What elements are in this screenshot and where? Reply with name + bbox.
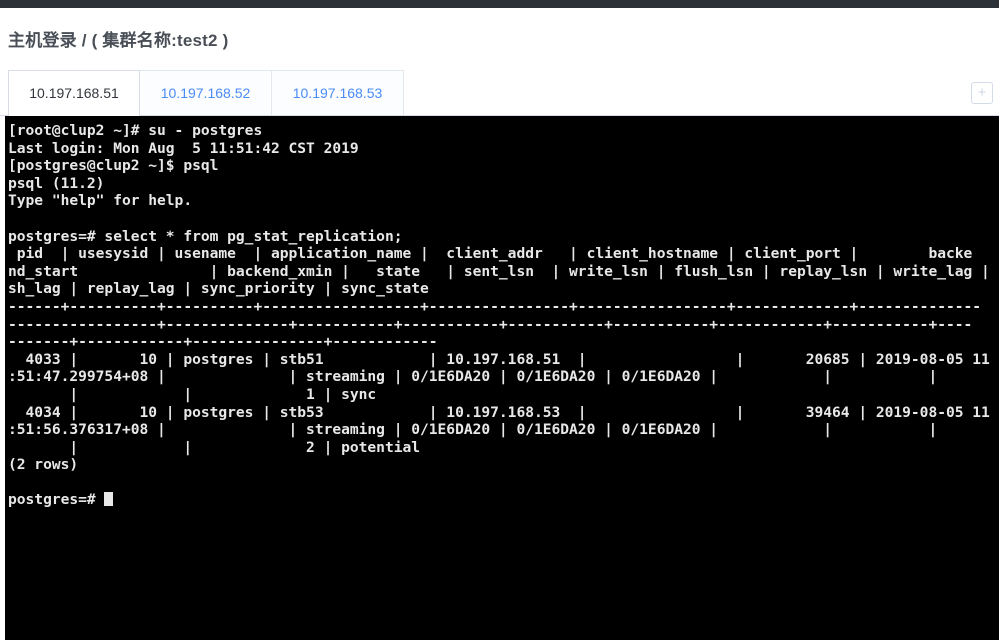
tab-host-2[interactable]: 10.197.168.52	[140, 70, 272, 115]
terminal-line: sh_lag | replay_lag | sync_priority | sy…	[8, 280, 429, 298]
terminal-line: (2 rows)	[8, 456, 79, 474]
page-title: 主机登录 / ( 集群名称:test2 )	[8, 31, 229, 50]
terminal-panel[interactable]: [root@clup2 ~]# su - postgres Last login:…	[5, 116, 999, 640]
terminal-line: [root@clup2 ~]# su - postgres	[8, 122, 263, 139]
tab-host-2-label: 10.197.168.52	[160, 85, 251, 101]
terminal-line: Type "help" for help.	[8, 192, 193, 210]
tab-host-1[interactable]: 10.197.168.51	[8, 70, 140, 116]
tab-host-3-label: 10.197.168.53	[292, 85, 383, 101]
tab-host-3[interactable]: 10.197.168.53	[272, 70, 404, 115]
add-tab-icon[interactable]: +	[971, 82, 993, 104]
terminal-line: -------+------------+---------------+---…	[8, 333, 438, 351]
terminal-line: Last login: Mon Aug 5 11:51:42 CST 2019	[8, 139, 359, 157]
page-header: 主机登录 / ( 集群名称:test2 )	[0, 8, 999, 52]
window-top-bar	[0, 0, 999, 8]
tab-host-1-label: 10.197.168.51	[29, 85, 119, 101]
terminal-line: [postgres@clup2 ~]$ psql	[8, 157, 219, 175]
terminal-line: pid | usesysid | usename | application_n…	[8, 245, 973, 263]
terminal-line: | | 1 | sync	[8, 385, 377, 403]
terminal-line: -----------------+--------------+-------…	[8, 315, 973, 333]
terminal-line: nd_start | backend_xmin | state | sent_l…	[8, 262, 999, 280]
terminal-line: 4034 | 10 | postgres | stb53 | 10.197.16…	[8, 403, 990, 421]
terminal-line: postgres=# select * from pg_stat_replica…	[8, 227, 403, 245]
terminal-line: :51:56.376317+08 | | streaming | 0/1E6DA…	[8, 421, 938, 439]
host-tab-strip: 10.197.168.51 10.197.168.52 10.197.168.5…	[0, 70, 999, 116]
terminal-output: [root@clup2 ~]# su - postgres Last login:…	[5, 116, 999, 509]
terminal-prompt: postgres=#	[8, 491, 105, 509]
terminal-line: :51:47.299754+08 | | streaming | 0/1E6DA…	[8, 368, 938, 386]
terminal-line: 4033 | 10 | postgres | stb51 | 10.197.16…	[8, 350, 990, 368]
terminal-line: psql (11.2)	[8, 174, 105, 192]
terminal-prompt-line: postgres=#	[8, 491, 999, 509]
terminal-line: ------+----------+----------+-----------…	[8, 297, 982, 315]
terminal-cursor	[104, 492, 114, 507]
terminal-line: | | 2 | potential	[8, 438, 421, 456]
